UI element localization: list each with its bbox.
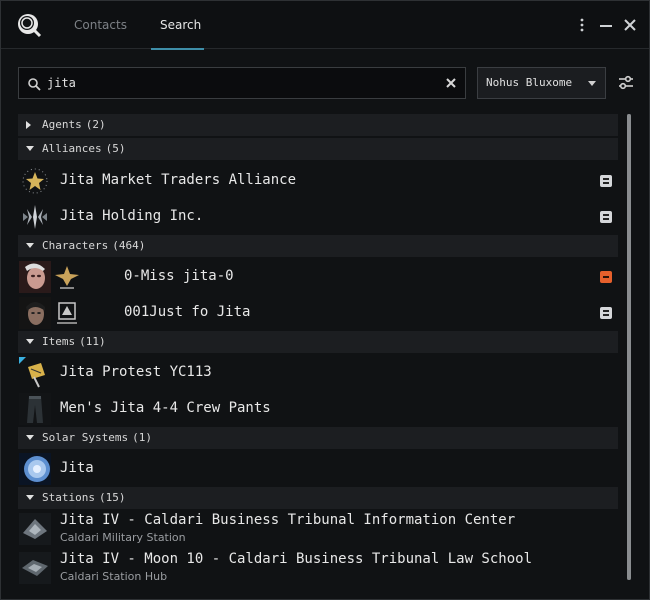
character-portrait: [19, 261, 51, 293]
group-count: (1): [132, 431, 152, 444]
window-header: Contacts Search: [1, 1, 649, 50]
chevron-down-icon: [588, 81, 596, 86]
result-row-item[interactable]: Jita Protest YC113: [18, 355, 618, 391]
search-window: Contacts Search Nohus Bluxome: [0, 0, 650, 600]
alliance-blade-logo: [19, 201, 51, 233]
minimize-icon[interactable]: [597, 15, 615, 35]
group-label: Alliances: [42, 142, 102, 155]
chevron-down-icon: [26, 495, 34, 500]
clear-icon[interactable]: [443, 75, 459, 91]
result-row-solar-system[interactable]: Jita: [18, 451, 618, 487]
result-title: Jita Protest YC113: [60, 364, 212, 380]
tab-contacts[interactable]: Contacts: [70, 1, 131, 49]
chevron-down-icon: [26, 243, 34, 248]
result-title: 001Just fo Jita: [124, 304, 251, 320]
negative-standing-icon[interactable]: [600, 271, 612, 283]
search-input[interactable]: [47, 72, 427, 94]
result-title: Men's Jita 4-4 Crew Pants: [60, 400, 271, 416]
result-title: Jita IV - Moon 10 - Caldari Business Tri…: [60, 551, 533, 567]
chevron-down-icon: [26, 435, 34, 440]
tab-search[interactable]: Search: [156, 1, 205, 49]
corporation-logo: [51, 297, 83, 329]
result-row-station[interactable]: Jita IV - Moon 10 - Caldari Business Tri…: [18, 550, 618, 588]
chevron-down-icon: [26, 339, 34, 344]
pants-icon: [19, 393, 51, 425]
character-select[interactable]: Nohus Bluxome: [477, 67, 606, 99]
group-label: Stations: [42, 491, 95, 504]
result-row-item[interactable]: Men's Jita 4-4 Crew Pants: [18, 391, 618, 427]
group-count: (11): [79, 335, 106, 348]
results-list: Agents (2) Alliances (5) Jita Market Trade…: [18, 114, 618, 590]
group-header-stations[interactable]: Stations (15): [18, 487, 618, 509]
group-label: Agents: [42, 118, 82, 131]
group-header-characters[interactable]: Characters (464): [18, 235, 618, 257]
active-tab-indicator: [151, 48, 204, 50]
group-label: Solar Systems: [42, 431, 129, 444]
close-icon[interactable]: [621, 15, 639, 35]
kebab-menu-icon[interactable]: [573, 15, 591, 35]
group-header-agents[interactable]: Agents (2): [18, 114, 618, 136]
group-count: (2): [85, 118, 106, 131]
character-portrait: [19, 297, 51, 329]
result-title: 0-Miss jita-0: [124, 268, 234, 284]
result-row-alliance[interactable]: Jita Market Traders Alliance: [18, 163, 618, 199]
result-row-alliance[interactable]: Jita Holding Inc.: [18, 199, 618, 235]
protest-sign-icon: [19, 357, 51, 389]
result-title: Jita Holding Inc.: [60, 208, 204, 224]
result-row-station[interactable]: Jita IV - Caldari Business Tribunal Info…: [18, 511, 618, 549]
sliders-icon[interactable]: [616, 73, 636, 93]
info-icon[interactable]: [600, 211, 612, 223]
result-row-character[interactable]: 001Just fo Jita: [18, 295, 618, 331]
result-title: Jita Market Traders Alliance: [60, 172, 297, 188]
chevron-right-icon: [26, 121, 31, 129]
group-header-items[interactable]: Items (11): [18, 331, 618, 353]
search-icon: [27, 76, 41, 91]
chevron-down-icon: [26, 146, 34, 151]
info-icon[interactable]: [600, 307, 612, 319]
result-title: Jita: [60, 460, 94, 476]
group-header-alliances[interactable]: Alliances (5): [18, 138, 618, 160]
result-title: Jita IV - Caldari Business Tribunal Info…: [60, 512, 516, 528]
character-select-value: Nohus Bluxome: [486, 76, 573, 89]
sun-icon: [19, 453, 51, 485]
info-icon[interactable]: [600, 175, 612, 187]
alliance-star-logo: [19, 165, 51, 197]
scrollbar[interactable]: [627, 114, 631, 580]
group-label: Characters: [42, 239, 109, 252]
search-app-icon: [15, 11, 43, 39]
result-row-character[interactable]: 0-Miss jita-0: [18, 259, 618, 295]
group-count: (464): [112, 239, 146, 252]
group-label: Items: [42, 335, 76, 348]
group-count: (5): [105, 142, 126, 155]
group-header-solar-systems[interactable]: Solar Systems (1): [18, 427, 618, 449]
station-icon: [19, 552, 51, 584]
corporation-logo: [51, 261, 83, 293]
group-count: (15): [98, 491, 126, 504]
result-subtitle: Caldari Military Station: [60, 531, 186, 544]
station-icon: [19, 513, 51, 545]
result-subtitle: Caldari Station Hub: [60, 570, 168, 583]
scrollbar-thumb[interactable]: [627, 114, 631, 580]
search-field[interactable]: [18, 67, 466, 99]
